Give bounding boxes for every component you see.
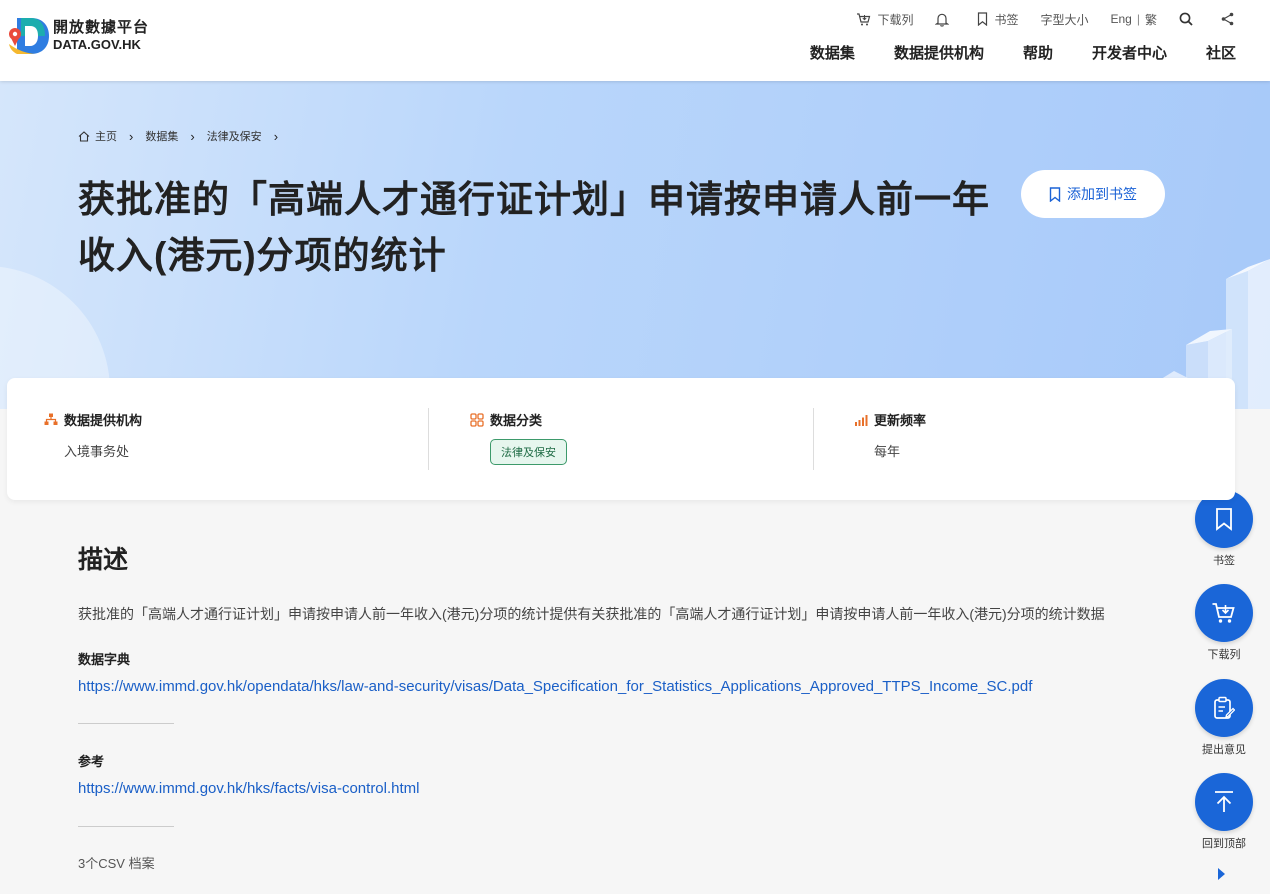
breadcrumb-datasets[interactable]: 数据集	[145, 128, 178, 144]
util-download-list[interactable]: 下载列	[856, 9, 913, 29]
bell-icon	[935, 13, 950, 27]
category-info: 数据分类 法律及保安	[470, 410, 567, 465]
util-font-size-label: 字型大小	[1040, 12, 1089, 27]
fab-back-to-top-label: 回到顶部	[1202, 838, 1246, 850]
util-font-size[interactable]: 字型大小	[1040, 9, 1088, 29]
nav-help[interactable]: 帮助	[1023, 42, 1053, 63]
chevron-right-icon: ›	[273, 128, 279, 144]
chevron-right-icon: ›	[129, 128, 134, 144]
cart-icon	[857, 12, 871, 25]
util-bookmark-label: 书签	[994, 12, 1019, 27]
bookmark-icon	[978, 12, 988, 26]
lang-separator: |	[1136, 12, 1140, 26]
page-title: 获批准的「高端人才通行证计划」申请按申请人前一年收入(港元)分项的统计	[78, 179, 990, 276]
info-divider	[813, 408, 814, 470]
provider-info: 数据提供机构 入境事务处	[44, 410, 142, 460]
share-icon	[1221, 12, 1234, 26]
logo-cn-text: 開放數據平台	[53, 19, 150, 36]
reference-label: 参考	[78, 754, 105, 769]
section-divider	[78, 826, 174, 827]
util-bookmark[interactable]: 书签	[977, 9, 1018, 29]
info-divider	[428, 408, 429, 470]
description-title: 描述	[78, 546, 129, 574]
nav-providers[interactable]: 数据提供机构	[894, 42, 984, 63]
site-header: 開放數據平台 DATA.GOV.HK 下载列 书签 字型大小 Eng | 繁 数…	[0, 0, 1270, 81]
bookmark-icon	[1049, 186, 1061, 202]
description-text: 获批准的「高端人才通行证计划」申请按申请人前一年收入(港元)分项的统计提供有关获…	[78, 606, 1105, 622]
csv-count: 3个CSV 档案	[78, 856, 155, 871]
caret-right-icon[interactable]	[1218, 868, 1225, 880]
nav-community[interactable]: 社区	[1206, 42, 1236, 63]
breadcrumb: 主页 › 数据集 › 法律及保安 ›	[78, 128, 290, 144]
main-nav: 数据集 数据提供机构 帮助 开发者中心 社区	[771, 42, 1236, 63]
hero-banner: 主页 › 数据集 › 法律及保安 › 获批准的「高端人才通行证计划」申请按申请人…	[0, 81, 1270, 409]
dataset-content: 描述 获批准的「高端人才通行证计划」申请按申请人前一年收入(港元)分项的统计提供…	[78, 540, 1178, 871]
fab-back-to-top: 回到顶部	[1195, 773, 1253, 851]
provider-value[interactable]: 入境事务处	[64, 441, 142, 460]
clipboard-edit-icon	[1214, 696, 1235, 719]
nav-datasets[interactable]: 数据集	[810, 42, 855, 63]
add-bookmark-label: 添加到书签	[1067, 186, 1137, 202]
nav-developer[interactable]: 开发者中心	[1092, 42, 1167, 63]
dataset-info-card: 数据提供机构 入境事务处 数据分类 法律及保安 更新频率 每年	[7, 378, 1235, 500]
fab-download-label: 下载列	[1207, 649, 1241, 661]
breadcrumb-category[interactable]: 法律及保安	[207, 128, 262, 144]
logo-mark-icon	[7, 14, 51, 58]
logo-en-text: DATA.GOV.HK	[53, 37, 141, 52]
frequency-label: 更新频率	[874, 413, 927, 428]
util-download-label: 下载列	[877, 12, 914, 27]
dictionary-link[interactable]: https://www.immd.gov.hk/opendata/hks/law…	[78, 678, 1032, 695]
section-divider	[78, 723, 174, 724]
category-tag[interactable]: 法律及保安	[490, 439, 567, 465]
bookmark-icon	[1216, 508, 1232, 531]
fab-back-to-top-button[interactable]	[1195, 773, 1253, 831]
lang-tc-link[interactable]: 繁	[1145, 11, 1157, 28]
fab-bookmark-label: 书签	[1213, 555, 1235, 567]
fab-feedback-button[interactable]	[1195, 679, 1253, 737]
grid-icon	[470, 412, 484, 427]
add-bookmark-button[interactable]: 添加到书签	[1021, 170, 1165, 218]
arrow-up-to-top-icon	[1215, 791, 1233, 812]
category-label: 数据分类	[490, 413, 543, 428]
fab-feedback-label: 提出意见	[1202, 744, 1246, 756]
fab-feedback: 提出意见	[1195, 679, 1253, 757]
search-button[interactable]	[1179, 9, 1199, 29]
fab-bookmark: 书签	[1195, 490, 1253, 568]
search-icon	[1179, 12, 1193, 26]
frequency-info: 更新频率 每年	[854, 410, 926, 460]
site-logo[interactable]: 開放數據平台 DATA.GOV.HK	[7, 14, 149, 58]
utility-bar: 下载列 书签 字型大小 Eng | 繁	[834, 9, 1240, 29]
provider-label: 数据提供机构	[64, 413, 143, 428]
dictionary-label: 数据字典	[78, 652, 131, 667]
bar-signal-icon	[855, 414, 868, 426]
frequency-value: 每年	[874, 444, 901, 459]
share-button[interactable]	[1221, 9, 1240, 29]
fab-download-button[interactable]	[1195, 584, 1253, 642]
cart-download-icon	[1212, 603, 1235, 623]
language-switcher: Eng | 繁	[1111, 9, 1158, 29]
lang-en-link[interactable]: Eng	[1111, 12, 1132, 26]
breadcrumb-home[interactable]: 主页	[95, 128, 117, 144]
reference-link[interactable]: https://www.immd.gov.hk/hks/facts/visa-c…	[78, 780, 420, 797]
notification-button[interactable]	[935, 9, 955, 29]
home-icon	[78, 130, 90, 142]
chevron-right-icon: ›	[190, 128, 195, 144]
fab-download: 下载列	[1195, 584, 1253, 662]
org-chart-icon	[44, 413, 58, 425]
